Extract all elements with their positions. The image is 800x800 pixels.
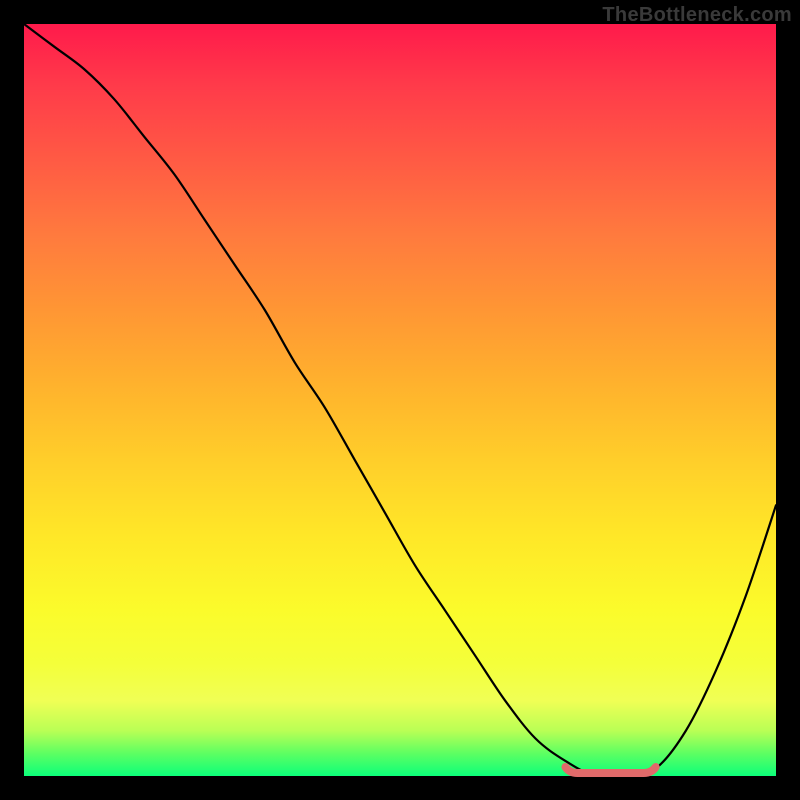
plot-area (24, 24, 776, 776)
chart-stage: TheBottleneck.com (0, 0, 800, 800)
curve-svg (24, 24, 776, 776)
bottleneck-curve-path (24, 24, 776, 777)
